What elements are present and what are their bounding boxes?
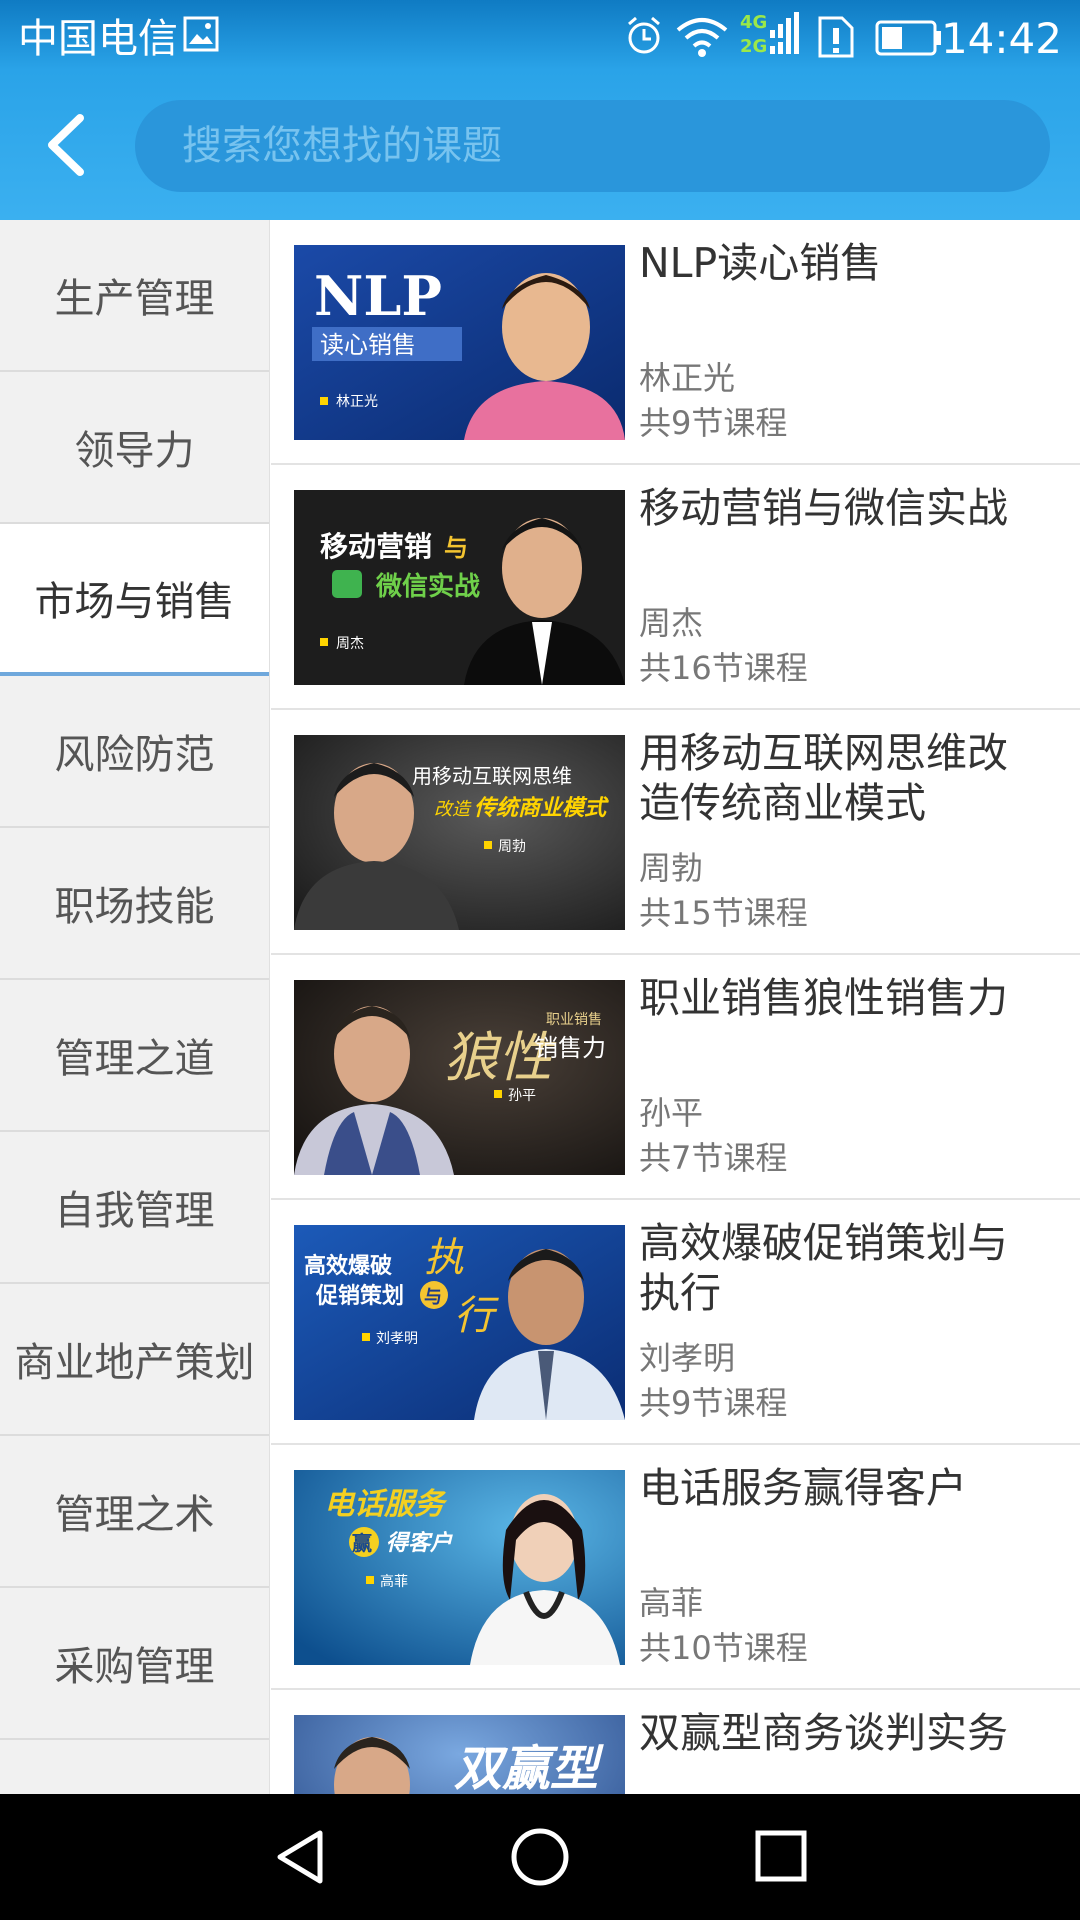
carrier-name: 中国电信 xyxy=(18,16,178,62)
alarm-icon xyxy=(624,14,664,62)
svg-text:与: 与 xyxy=(424,1287,442,1308)
course-title: NLP读心销售 xyxy=(639,239,882,287)
svg-text:改造: 改造 xyxy=(434,799,472,820)
svg-text:高菲: 高菲 xyxy=(380,1573,408,1590)
course-teacher: 刘孝明 xyxy=(639,1339,736,1377)
svg-text:得客户: 得客户 xyxy=(386,1530,453,1556)
svg-text:微信实战: 微信实战 xyxy=(375,571,480,602)
course-lesson-count: 共7节课程 xyxy=(639,1139,788,1177)
sidebar-item-procurement[interactable]: 采购管理 xyxy=(0,1588,269,1740)
svg-text:与: 与 xyxy=(444,534,468,562)
course-thumbnail: 移动营销 与 微信实战 周杰 xyxy=(294,490,625,685)
svg-text:周杰: 周杰 xyxy=(336,636,364,652)
course-list: NLP 读心销售 林正光 NLP读心销售 林正光 共9节课程 移动营销 与 微信… xyxy=(271,220,1080,1794)
course-title: 电话服务赢得客户 xyxy=(639,1464,967,1512)
course-lesson-count: 共9节课程 xyxy=(639,404,788,442)
course-lesson-count: 共9节课程 xyxy=(639,1384,788,1422)
svg-text:行: 行 xyxy=(454,1293,499,1339)
sidebar-item-production[interactable]: 生产管理 xyxy=(0,220,269,372)
svg-text:林正光: 林正光 xyxy=(336,394,378,410)
search-bar[interactable] xyxy=(135,100,1050,192)
svg-text:执: 执 xyxy=(424,1235,464,1281)
course-title: 双赢型商务谈判实务 xyxy=(639,1709,1008,1757)
svg-text:职业销售: 职业销售 xyxy=(546,1012,602,1028)
svg-text:促销策划: 促销策划 xyxy=(315,1283,404,1309)
svg-text:电话服务: 电话服务 xyxy=(324,1487,448,1522)
svg-text:刘孝明: 刘孝明 xyxy=(376,1331,418,1347)
course-teacher: 孙平 xyxy=(639,1094,704,1132)
sidebar-item-management-skills[interactable]: 管理之术 xyxy=(0,1436,269,1588)
gallery-notification-icon xyxy=(183,14,219,58)
course-teacher: 周杰 xyxy=(639,604,704,642)
course-teacher: 高菲 xyxy=(639,1584,704,1622)
sidebar-item-management-way[interactable]: 管理之道 xyxy=(0,980,269,1132)
app-header: 中国电信 4G 2G 14:42 搜索您想找的课题 xyxy=(0,0,1080,220)
course-lesson-count: 共10节课程 xyxy=(639,1629,808,1667)
nav-home-button[interactable] xyxy=(508,1827,572,1891)
search-input[interactable] xyxy=(180,122,1050,170)
svg-text:NLP: NLP xyxy=(314,264,442,328)
svg-text:孙平: 孙平 xyxy=(508,1088,536,1104)
svg-text:高效爆破: 高效爆破 xyxy=(304,1253,392,1279)
status-bar: 中国电信 4G 2G 14:42 xyxy=(0,0,1080,78)
svg-text:读心销售: 读心销售 xyxy=(320,331,416,359)
back-button[interactable] xyxy=(30,105,100,185)
battery-icon xyxy=(875,20,943,60)
sim-alert-icon xyxy=(816,14,856,64)
course-thumbnail: 双赢型 xyxy=(294,1715,625,1794)
wifi-icon xyxy=(674,14,730,62)
clock: 14:42 xyxy=(940,14,1062,63)
course-item[interactable]: 狼性 职业销售 销售力 孙平 职业销售狼性销售力 孙平 共7节课程 xyxy=(271,955,1080,1200)
sidebar-item-marketing-sales[interactable]: 市场与销售 xyxy=(0,524,269,676)
course-thumbnail: 电话服务 赢 得客户 高菲 xyxy=(294,1470,625,1665)
course-title: 高效爆破促销策划与执行 xyxy=(639,1219,1008,1317)
sidebar-item-risk[interactable]: 风险防范 xyxy=(0,676,269,828)
cellular-signal-icon: 4G 2G xyxy=(740,8,804,66)
circle-home-icon xyxy=(511,1828,569,1886)
course-teacher: 周勃 xyxy=(639,849,704,887)
course-item[interactable]: 双赢型 双赢型商务谈判实务 xyxy=(271,1690,1080,1794)
course-lesson-count: 共16节课程 xyxy=(639,649,808,687)
sidebar-item-self-management[interactable]: 自我管理 xyxy=(0,1132,269,1284)
sidebar-item-commercial-real-estate[interactable]: 商业地产策划 xyxy=(0,1284,269,1436)
course-lesson-count: 共15节课程 xyxy=(639,894,808,932)
course-item[interactable]: NLP 读心销售 林正光 NLP读心销售 林正光 共9节课程 xyxy=(271,220,1080,465)
course-thumbnail: NLP 读心销售 林正光 xyxy=(294,245,625,440)
course-thumbnail: 高效爆破 促销策划 与 执 行 刘孝明 xyxy=(294,1225,625,1420)
course-item[interactable]: 电话服务 赢 得客户 高菲 电话服务赢得客户 高菲 共10节课程 xyxy=(271,1445,1080,1690)
triangle-back-icon xyxy=(277,1830,323,1884)
svg-text:周勃: 周勃 xyxy=(498,839,526,855)
network-2g-label: 2G xyxy=(740,36,767,57)
svg-text:用移动互联网思维: 用移动互联网思维 xyxy=(412,764,572,788)
network-4g-label: 4G xyxy=(740,12,767,33)
svg-text:传统商业模式: 传统商业模式 xyxy=(474,795,609,821)
category-sidebar: 生产管理 领导力 市场与销售 风险防范 职场技能 管理之道 自我管理 商业地产策… xyxy=(0,220,270,1794)
svg-text:销售力: 销售力 xyxy=(534,1034,606,1062)
sidebar-item-workplace-skills[interactable]: 职场技能 xyxy=(0,828,269,980)
course-item[interactable]: 用移动互联网思维 改造 传统商业模式 周勃 用移动互联网思维改造传统商业模式 周… xyxy=(271,710,1080,955)
course-title: 用移动互联网思维改造传统商业模式 xyxy=(639,729,1008,827)
course-thumbnail: 狼性 职业销售 销售力 孙平 xyxy=(294,980,625,1175)
course-teacher: 林正光 xyxy=(639,359,736,397)
svg-text:双赢型: 双赢型 xyxy=(454,1741,604,1794)
course-title: 职业销售狼性销售力 xyxy=(639,974,1008,1022)
course-title: 移动营销与微信实战 xyxy=(639,484,1008,532)
course-item[interactable]: 移动营销 与 微信实战 周杰 移动营销与微信实战 周杰 共16节课程 xyxy=(271,465,1080,710)
chevron-left-icon xyxy=(48,114,84,176)
nav-recents-button[interactable] xyxy=(752,1827,812,1891)
course-item[interactable]: 高效爆破 促销策划 与 执 行 刘孝明 高效爆破促销策划与执行 刘孝明 共9节课… xyxy=(271,1200,1080,1445)
system-navigation-bar xyxy=(0,1794,1080,1920)
sidebar-item-leadership[interactable]: 领导力 xyxy=(0,372,269,524)
square-recents-icon xyxy=(755,1830,807,1882)
nav-back-button[interactable] xyxy=(270,1827,330,1891)
svg-text:移动营销: 移动营销 xyxy=(320,530,432,563)
svg-text:赢: 赢 xyxy=(352,1531,372,1555)
course-thumbnail: 用移动互联网思维 改造 传统商业模式 周勃 xyxy=(294,735,625,930)
